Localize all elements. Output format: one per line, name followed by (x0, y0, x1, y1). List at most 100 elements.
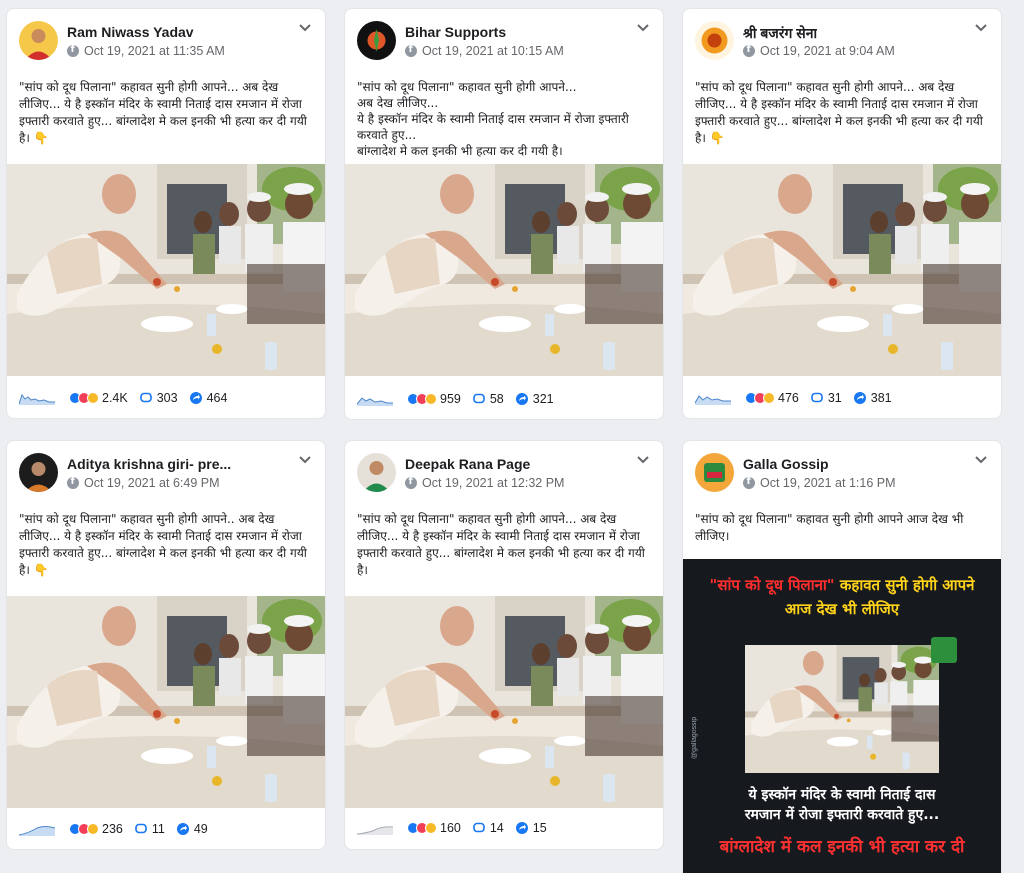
poster-footer: बांग्लादेश में कल इनकी भी हत्या कर दी (719, 837, 965, 857)
poster-headline: "सांप को दूध पिलाना" कहावत सुनी होगी आपन… (683, 573, 1001, 621)
reactions-count[interactable]: 2.4K (102, 391, 128, 405)
post-stats: 236 11 49 (19, 820, 319, 838)
post-image[interactable] (345, 164, 663, 376)
poster-headline-line2: आज देख भी लीजिए (784, 600, 900, 618)
comment-icon (473, 822, 485, 833)
post-timestamp[interactable]: Oct 19, 2021 at 10:15 AM (405, 44, 564, 58)
sparkline-icon[interactable] (19, 822, 55, 836)
poster-caption-line2: रमजान में रोजा इफ्तारी करवाते हुए... (744, 807, 940, 823)
timestamp-text: Oct 19, 2021 at 1:16 PM (760, 476, 896, 490)
post-image[interactable] (345, 596, 663, 808)
post-card[interactable]: श्री बजरंग सेना Oct 19, 2021 at 9:04 AM … (683, 9, 1001, 418)
avatar[interactable] (357, 453, 396, 492)
post-image-poster[interactable]: "सांप को दूध पिलाना" कहावत सुनी होगी आपन… (683, 559, 1001, 873)
comments-count[interactable]: 58 (490, 392, 504, 406)
post-card[interactable]: Bihar Supports Oct 19, 2021 at 10:15 AM … (345, 9, 663, 419)
avatar[interactable] (695, 453, 734, 492)
author-name[interactable]: Bihar Supports (405, 24, 506, 40)
reactions-count[interactable]: 959 (440, 392, 461, 406)
photo (345, 596, 663, 808)
avatar[interactable] (19, 21, 58, 60)
comments-count[interactable]: 11 (152, 822, 165, 836)
timestamp-text: Oct 19, 2021 at 9:04 AM (760, 44, 895, 58)
sparkline-icon[interactable] (19, 391, 55, 405)
post-header: Ram Niwass Yadav Oct 19, 2021 at 11:35 A… (7, 9, 325, 71)
post-stats: 959 58 321 (357, 390, 657, 408)
post-stats: 160 14 15 (357, 819, 657, 837)
author-name[interactable]: Ram Niwass Yadav (67, 24, 194, 40)
chevron-down-icon[interactable] (297, 453, 313, 467)
avatar[interactable] (357, 21, 396, 60)
post-header: Deepak Rana Page Oct 19, 2021 at 12:32 P… (345, 441, 663, 503)
post-header: Galla Gossip Oct 19, 2021 at 1:16 PM (683, 441, 1001, 503)
sparkline-icon[interactable] (695, 391, 731, 405)
post-image[interactable] (7, 596, 325, 808)
post-header: Bihar Supports Oct 19, 2021 at 10:15 AM (345, 9, 663, 71)
photo (683, 164, 1001, 376)
chevron-down-icon[interactable] (635, 21, 651, 35)
poster-caption-line1: ये इस्कॉन मंदिर के स्वामी निताई दास (748, 787, 936, 803)
timestamp-text: Oct 19, 2021 at 6:49 PM (84, 476, 220, 490)
reactions-count[interactable]: 236 (102, 822, 123, 836)
post-message: "सांप को दूध पिलाना" कहावत सुनी होगी आपन… (357, 512, 649, 577)
reactions-count[interactable]: 476 (778, 391, 799, 405)
post-card[interactable]: Deepak Rana Page Oct 19, 2021 at 12:32 P… (345, 441, 663, 849)
post-card[interactable]: Galla Gossip Oct 19, 2021 at 1:16 PM "सा… (683, 441, 1001, 873)
poster-caption: ये इस्कॉन मंदिर के स्वामी निताई दास रमजा… (683, 785, 1001, 825)
post-timestamp[interactable]: Oct 19, 2021 at 11:35 AM (67, 44, 225, 58)
comments-count[interactable]: 14 (490, 821, 504, 835)
shares-count[interactable]: 381 (871, 391, 892, 405)
post-image[interactable] (7, 164, 325, 376)
share-icon (189, 392, 202, 404)
photo (345, 164, 663, 376)
facebook-icon (67, 44, 79, 57)
poster-quote: "सांप को दूध पिलाना" (709, 576, 835, 594)
sparkline-icon[interactable] (357, 821, 393, 835)
facebook-icon (405, 44, 417, 57)
comment-icon (811, 392, 823, 403)
comment-icon (139, 392, 152, 403)
post-header: श्री बजरंग सेना Oct 19, 2021 at 9:04 AM (683, 9, 1001, 71)
poster-headline-rest: कहावत सुनी होगी आपने (834, 576, 975, 594)
chevron-down-icon[interactable] (635, 453, 651, 467)
timestamp-text: Oct 19, 2021 at 12:32 PM (422, 476, 565, 490)
author-name[interactable]: Aditya krishna giri- pre... (67, 456, 231, 472)
shares-count[interactable]: 15 (533, 821, 547, 835)
reactions-icon (69, 823, 99, 835)
facebook-icon (743, 44, 755, 57)
timestamp-text: Oct 19, 2021 at 10:15 AM (422, 44, 564, 58)
post-message: "सांप को दूध पिलाना" कहावत सुनी होगी आपन… (695, 512, 968, 543)
chevron-down-icon[interactable] (973, 21, 989, 35)
post-timestamp[interactable]: Oct 19, 2021 at 12:32 PM (405, 476, 564, 490)
post-message: "सांप को दूध पिलाना" कहावत सुनी होगी आपन… (19, 80, 311, 145)
shares-count[interactable]: 321 (533, 392, 554, 406)
post-card[interactable]: Aditya krishna giri- pre... Oct 19, 2021… (7, 441, 325, 849)
post-message: "सांप को दूध पिलाना" कहावत सुनी होगी आपन… (19, 512, 311, 577)
post-timestamp[interactable]: Oct 19, 2021 at 1:16 PM (743, 476, 896, 490)
post-timestamp[interactable]: Oct 19, 2021 at 9:04 AM (743, 44, 895, 58)
avatar[interactable] (19, 453, 58, 492)
comments-count[interactable]: 303 (157, 391, 178, 405)
poster-photo (745, 645, 939, 773)
author-name[interactable]: Deepak Rana Page (405, 456, 530, 472)
photo (7, 164, 325, 376)
reactions-icon (407, 822, 437, 834)
chevron-down-icon[interactable] (973, 453, 989, 467)
author-name[interactable]: Galla Gossip (743, 456, 829, 472)
post-timestamp[interactable]: Oct 19, 2021 at 6:49 PM (67, 476, 220, 490)
avatar[interactable] (695, 21, 734, 60)
post-card[interactable]: Ram Niwass Yadav Oct 19, 2021 at 11:35 A… (7, 9, 325, 418)
post-image[interactable] (683, 164, 1001, 376)
shares-count[interactable]: 49 (194, 822, 208, 836)
share-icon (515, 822, 528, 834)
sparkline-icon[interactable] (357, 392, 393, 406)
chevron-down-icon[interactable] (297, 21, 313, 35)
facebook-icon (67, 476, 79, 489)
reactions-count[interactable]: 160 (440, 821, 461, 835)
post-stats: 476 31 381 (695, 389, 995, 407)
author-name[interactable]: श्री बजरंग सेना (743, 24, 817, 43)
post-message: "सांप को दूध पिलाना" कहावत सुनी होगी आपन… (357, 80, 629, 158)
comments-count[interactable]: 31 (828, 391, 842, 405)
galla-logo-icon (931, 637, 957, 663)
shares-count[interactable]: 464 (207, 391, 228, 405)
